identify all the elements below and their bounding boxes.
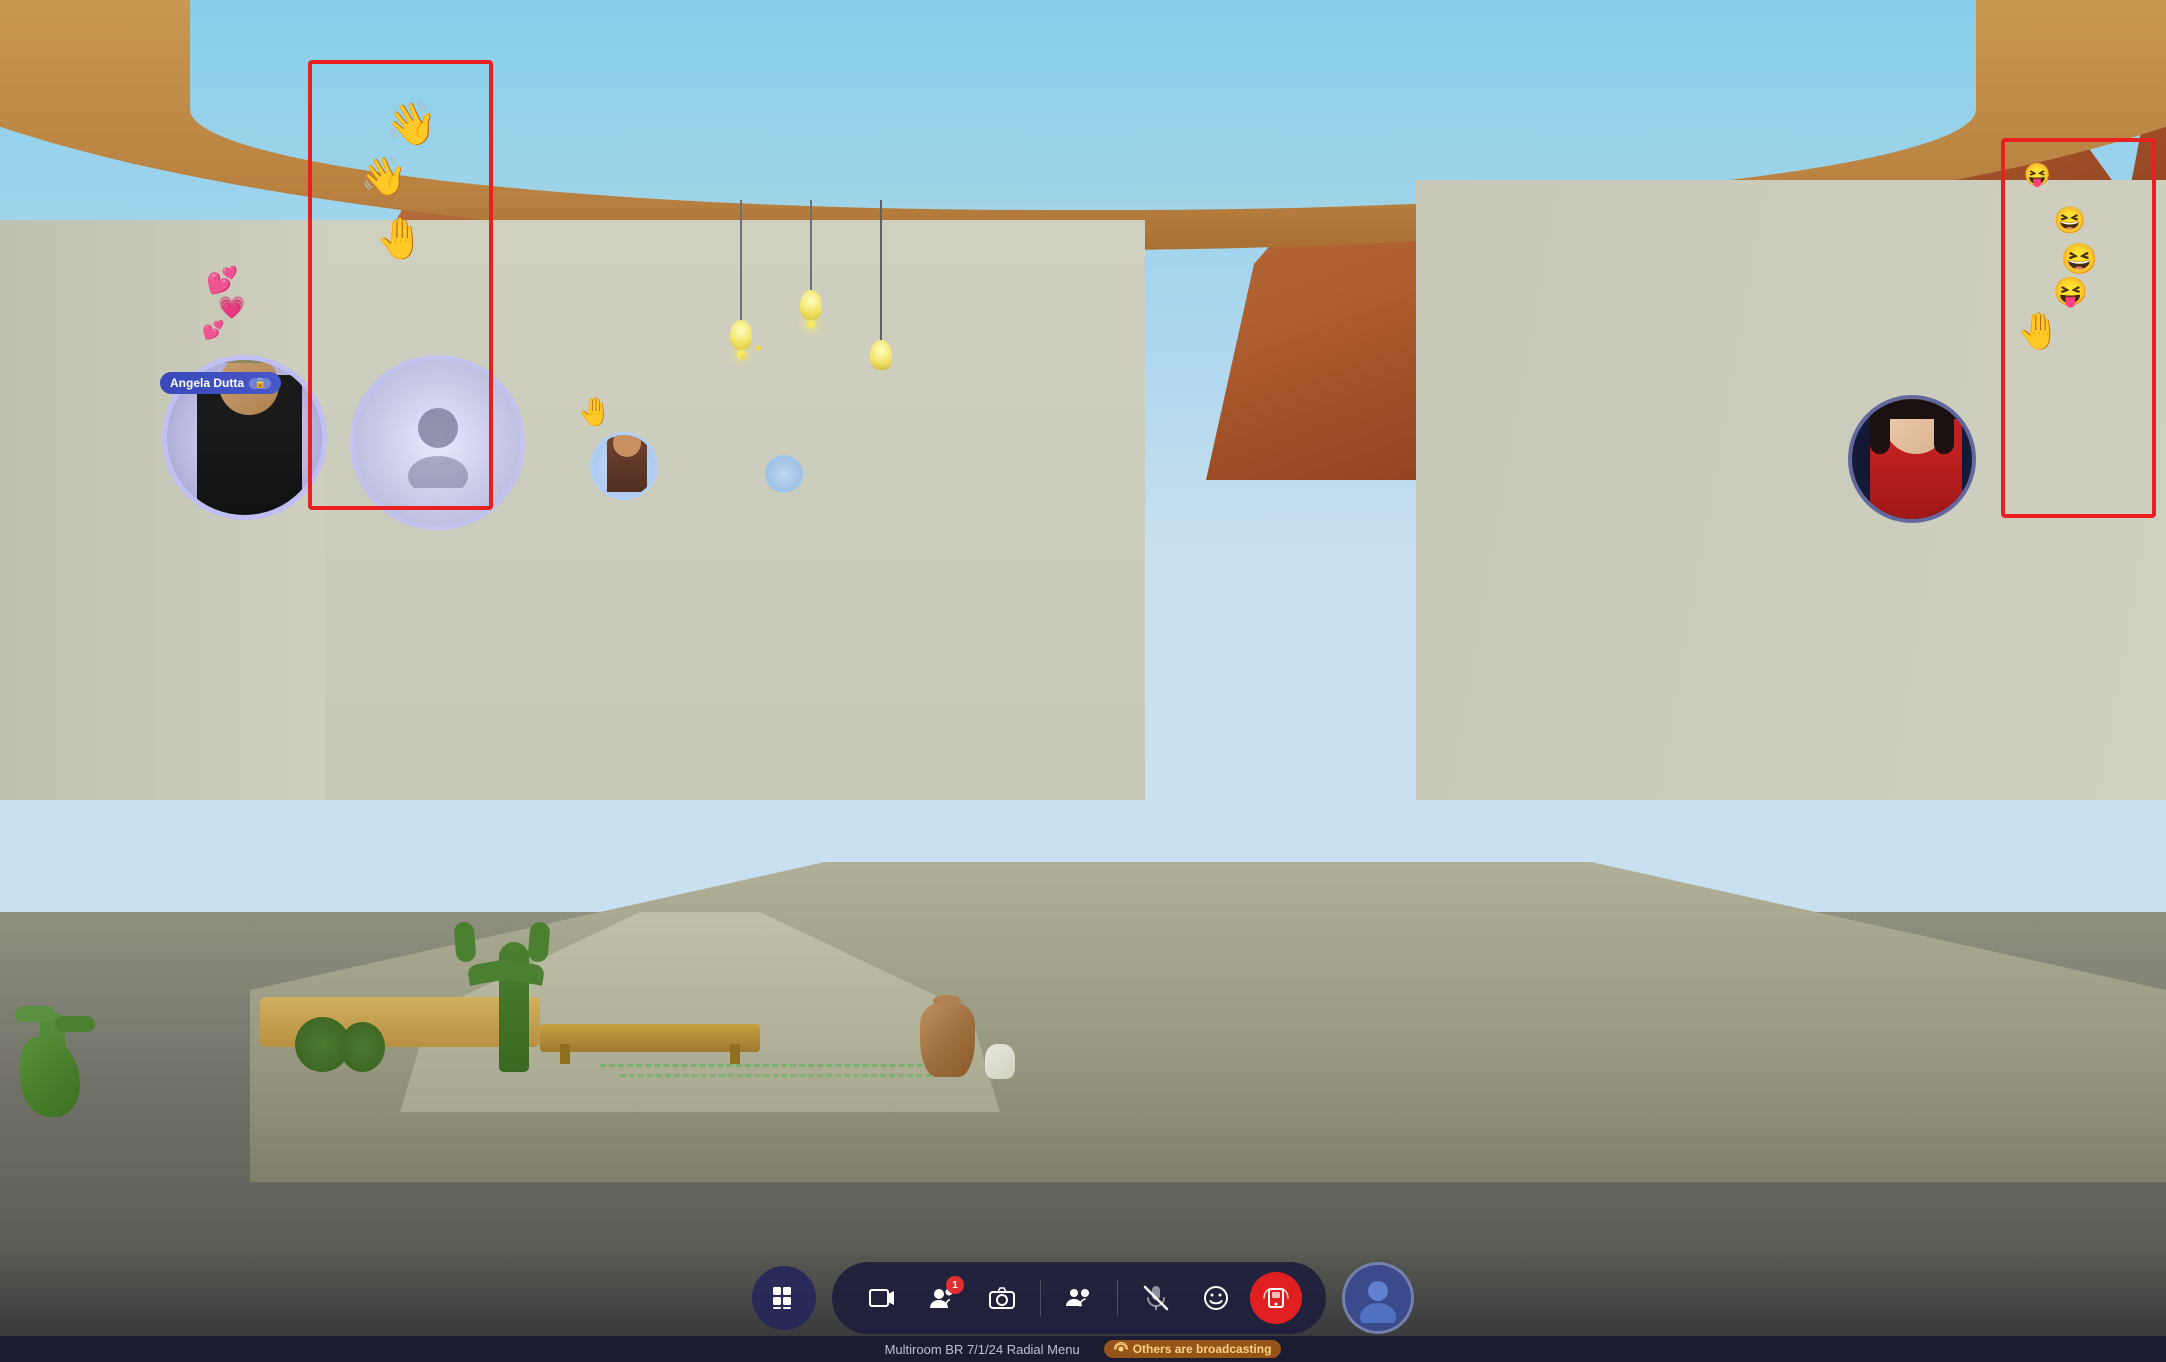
wave-emoji-1: 👋 — [385, 100, 437, 149]
portal-small — [590, 432, 658, 500]
room-name-text: Multiroom BR 7/1/24 Radial Menu — [885, 1342, 1080, 1357]
heart-emoji-1: 💕 — [206, 265, 238, 296]
laugh-emoji-4: 😝 — [2053, 275, 2088, 308]
bench — [540, 1024, 760, 1052]
toolbar: 1 — [752, 1262, 1414, 1334]
film-button[interactable] — [856, 1272, 908, 1324]
room-name-item: Multiroom BR 7/1/24 Radial Menu — [885, 1342, 1080, 1357]
toolbar-separator-1 — [1040, 1280, 1041, 1316]
user-avatar-button[interactable] — [1342, 1262, 1414, 1334]
portal-center — [350, 355, 525, 530]
broadcast-button[interactable] — [1250, 1272, 1302, 1324]
wave-emoji-3: 🤚 — [375, 215, 425, 262]
broadcasting-label: Others are broadcasting — [1133, 1342, 1272, 1356]
laugh-emoji-3: 😆 — [2061, 242, 2098, 277]
wave-emoji-small: 🤚 — [577, 395, 612, 428]
wave-emoji-right: 🤚 — [2016, 310, 2061, 352]
portal-right — [1848, 395, 1976, 523]
laugh-emoji-1: 😝 — [2024, 162, 2051, 188]
hanging-light-3 — [870, 200, 892, 370]
camera-button[interactable] — [976, 1272, 1028, 1324]
heart-emoji-3: 💕 — [202, 320, 224, 341]
floor-path-markings — [600, 1064, 950, 1072]
angela-badge: 🔒 — [249, 378, 271, 389]
portal-tiny — [765, 455, 803, 493]
grid-menu-button[interactable] — [752, 1266, 816, 1330]
status-bar: Multiroom BR 7/1/24 Radial Menu Others a… — [0, 1336, 2166, 1362]
pottery-vase — [920, 1002, 975, 1077]
hanging-light-2 — [800, 200, 822, 328]
hanging-light-1 — [730, 200, 752, 358]
angela-name-label: Angela Dutta — [170, 376, 244, 390]
toolbar-separator-2 — [1117, 1280, 1118, 1316]
people-badge: 1 — [946, 1276, 964, 1294]
emoji-button[interactable] — [1190, 1272, 1242, 1324]
vr-scene: Angela Dutta 🔒 💕 💗 💕 👋 👋 🤚 🤚 😝 😆 — [0, 0, 2166, 1362]
avatars-button[interactable] — [1053, 1272, 1105, 1324]
people-button[interactable]: 1 — [916, 1272, 968, 1324]
laugh-emoji-2: 😆 — [2054, 205, 2086, 236]
heart-emoji-2: 💗 — [218, 295, 245, 321]
main-toolbar-pill: 1 — [832, 1262, 1326, 1334]
mic-button[interactable] — [1130, 1272, 1182, 1324]
wave-emoji-2: 👋 — [360, 155, 407, 199]
broadcasting-badge[interactable]: Others are broadcasting — [1104, 1340, 1282, 1358]
angela-name-tag: Angela Dutta 🔒 — [160, 372, 281, 394]
